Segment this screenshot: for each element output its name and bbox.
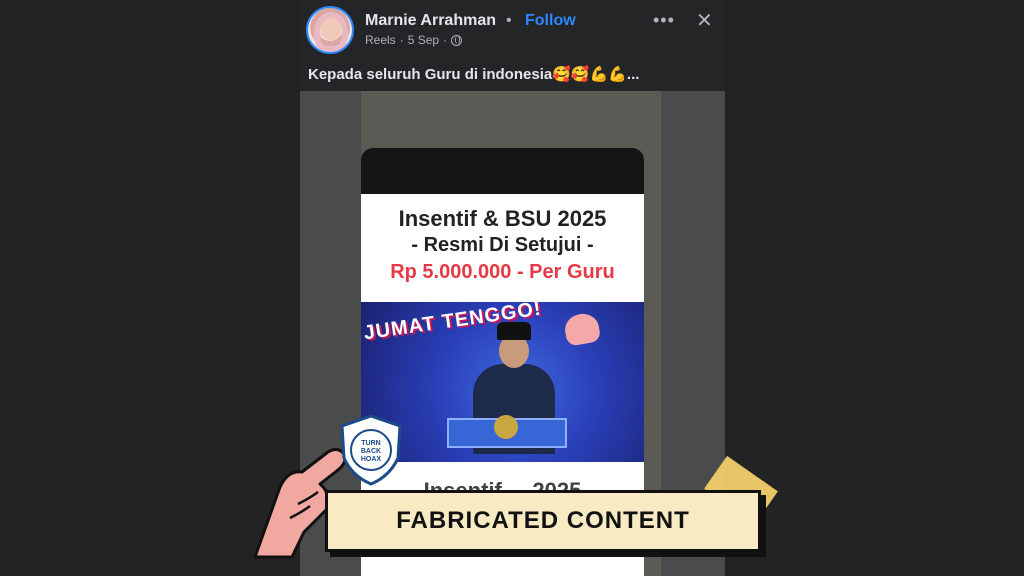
follow-button[interactable]: Follow [525, 12, 576, 30]
post-caption: Kepada seluruh Guru di indonesia🥰🥰💪💪... [308, 66, 640, 83]
avatar-face [321, 18, 341, 40]
post-meta: Reels · 5 Sep · [365, 33, 463, 47]
emblem-icon [494, 415, 518, 439]
turn-back-hoax-seal-icon: TURN BACK HOAX [340, 414, 402, 486]
video-amount: Rp 5.000.000 - Per Guru [390, 261, 615, 283]
screenshot-stage: Marnie Arrahman • Follow Reels · 5 Sep ·… [0, 0, 1024, 576]
more-horizontal-icon[interactable]: ••• [653, 10, 675, 31]
svg-text:BACK: BACK [361, 448, 381, 455]
separator-dot: • [506, 12, 512, 29]
video-subhead: - Resmi Di Setujui - [411, 234, 594, 256]
heart-hands-icon [562, 311, 602, 347]
svg-text:HOAX: HOAX [361, 456, 382, 463]
post-date[interactable]: 5 Sep [408, 33, 439, 47]
video-headline: Insentif & BSU 2025 [398, 206, 607, 231]
meta-dot: · [399, 33, 404, 47]
speaker-cap [497, 322, 531, 340]
globe-icon [451, 34, 463, 46]
meta-dot: · [443, 33, 448, 47]
avatar[interactable] [306, 6, 354, 54]
post-source[interactable]: Reels [365, 33, 396, 47]
headline-box: Insentif & BSU 2025 - Resmi Di Setujui -… [361, 194, 644, 302]
author-name[interactable]: Marnie Arrahman [365, 12, 496, 30]
banner-label: FABRICATED CONTENT [396, 507, 690, 534]
svg-text:TURN: TURN [361, 440, 380, 447]
fabricated-content-banner: FABRICATED CONTENT [325, 490, 761, 552]
close-icon[interactable]: ✕ [696, 8, 713, 33]
